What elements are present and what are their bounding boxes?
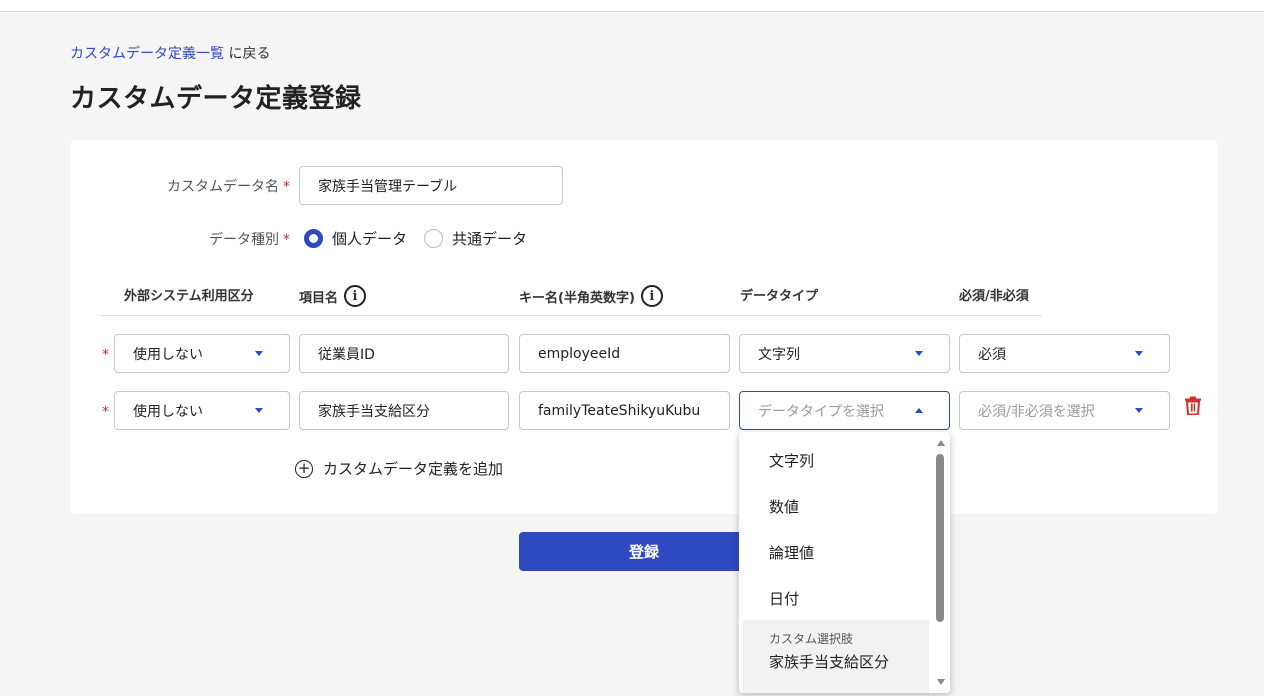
scroll-down-arrow-icon[interactable]	[937, 679, 945, 685]
dropdown-option-boolean[interactable]: 論理値	[769, 542, 814, 563]
col-head-external-text: 外部システム利用区分	[124, 289, 254, 304]
key-name-value: employeeId	[538, 345, 621, 362]
col-head-required: 必須/非必須	[959, 285, 1029, 304]
item-name-value: 家族手当支給区分	[318, 403, 430, 420]
add-custom-definition-label: カスタムデータ定義を追加	[323, 460, 504, 478]
custom-data-name-value: 家族手当管理テーブル	[318, 178, 458, 195]
breadcrumb-link[interactable]: カスタムデータ定義一覧	[70, 46, 224, 62]
dropdown-scrollbar[interactable]	[932, 432, 950, 693]
data-type-select-open[interactable]: データタイプを選択	[739, 391, 950, 430]
custom-data-name-label-text: カスタムデータ名	[167, 179, 279, 195]
page-title: カスタムデータ定義登録	[70, 84, 362, 114]
radio-shared-circle[interactable]	[424, 229, 444, 248]
col-head-external: 外部システム利用区分	[124, 285, 254, 304]
external-use-select[interactable]: 使用しない	[114, 334, 290, 373]
row-required-mark: *	[102, 404, 109, 420]
col-head-key-name: キー名(半角英数字) i	[519, 285, 663, 307]
caret-down-icon	[915, 351, 923, 356]
required-select[interactable]: 必須/非必須を選択	[959, 391, 1170, 430]
item-name-input[interactable]: 家族手当支給区分	[299, 391, 509, 430]
trash-icon[interactable]	[1185, 396, 1201, 415]
item-name-input[interactable]: 従業員ID	[299, 334, 509, 373]
plus-circle-icon: +	[295, 459, 313, 478]
external-use-value: 使用しない	[133, 346, 203, 363]
breadcrumb: カスタムデータ定義一覧 に戻る	[70, 43, 270, 63]
required-mark: *	[283, 232, 290, 248]
external-use-select[interactable]: 使用しない	[114, 391, 290, 430]
col-head-required-text: 必須/非必須	[959, 289, 1029, 304]
info-icon[interactable]: i	[640, 285, 663, 307]
key-name-input[interactable]: employeeId	[519, 334, 730, 373]
radio-shared-label: 共通データ	[452, 230, 528, 248]
required-mark: *	[283, 179, 290, 195]
dropdown-option-string[interactable]: 文字列	[769, 450, 814, 471]
col-head-data-type-text: データタイプ	[740, 289, 819, 304]
custom-data-name-label: カスタムデータ名 *	[100, 176, 290, 196]
item-name-value: 従業員ID	[318, 346, 375, 363]
form-card	[70, 140, 1218, 514]
data-kind-radio-group: 個人データ 共通データ	[304, 228, 544, 249]
data-type-placeholder: データタイプを選択	[758, 403, 884, 420]
key-name-input[interactable]: familyTeateShikyuKubu	[519, 391, 730, 430]
custom-choice-group-label: カスタム選択肢	[769, 632, 854, 646]
col-head-key-name-text: キー名(半角英数字)	[519, 290, 635, 306]
radio-personal-label: 個人データ	[332, 230, 408, 248]
required-select[interactable]: 必須	[959, 334, 1170, 373]
required-value: 必須	[978, 346, 1006, 363]
required-placeholder: 必須/非必須を選択	[978, 403, 1095, 420]
data-kind-label-text: データ種別	[209, 232, 279, 248]
caret-down-icon	[255, 408, 263, 413]
col-head-item-name: 項目名 i	[299, 285, 367, 307]
caret-down-icon	[1135, 408, 1143, 413]
dropdown-option-custom-choice[interactable]: カスタム選択肢 家族手当支給区分	[743, 620, 929, 693]
data-kind-label: データ種別 *	[100, 229, 290, 249]
scroll-up-arrow-icon[interactable]	[937, 440, 945, 446]
dropdown-option-date[interactable]: 日付	[769, 588, 799, 609]
external-use-value: 使用しない	[133, 403, 203, 420]
data-type-value: 文字列	[758, 346, 800, 363]
breadcrumb-suffix: に戻る	[224, 46, 271, 62]
info-icon[interactable]: i	[344, 285, 367, 307]
caret-down-icon	[255, 351, 263, 356]
data-type-select[interactable]: 文字列	[739, 334, 950, 373]
key-name-value: familyTeateShikyuKubu	[538, 402, 701, 419]
header-divider	[100, 315, 1042, 316]
col-head-item-name-text: 項目名	[299, 290, 339, 306]
radio-shared-data[interactable]: 共通データ	[424, 228, 527, 249]
custom-choice-item: 家族手当支給区分	[769, 653, 890, 671]
dropdown-option-number[interactable]: 数値	[769, 496, 799, 517]
data-type-dropdown-menu: 文字列 数値 論理値 日付 カスタム選択肢 家族手当支給区分	[739, 432, 950, 693]
col-head-data-type: データタイプ	[740, 285, 818, 304]
top-bar	[0, 0, 1264, 12]
add-custom-definition-button[interactable]: + カスタムデータ定義を追加	[295, 458, 503, 479]
scrollbar-thumb[interactable]	[936, 454, 944, 622]
caret-down-icon	[1135, 351, 1143, 356]
radio-personal-data[interactable]: 個人データ	[304, 228, 407, 249]
register-button[interactable]: 登録	[519, 532, 769, 571]
row-required-mark: *	[102, 347, 109, 363]
radio-personal-circle[interactable]	[304, 229, 323, 248]
caret-up-icon	[915, 408, 923, 413]
custom-data-name-input[interactable]: 家族手当管理テーブル	[299, 166, 563, 205]
